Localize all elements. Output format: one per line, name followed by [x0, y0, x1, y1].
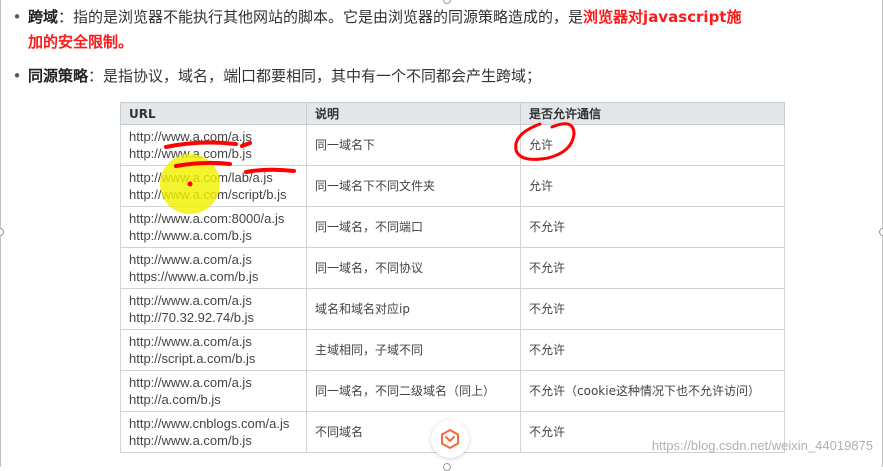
- cross-domain-end: 。: [118, 33, 134, 51]
- url-b: http://www.a.com/b.js: [129, 228, 252, 243]
- header-url: URL: [120, 102, 307, 125]
- description-cell: 主域相同，子域不同: [306, 329, 521, 371]
- url-a: http://www.a.com/a.js: [129, 252, 252, 267]
- url-cell: http://www.cnblogs.com/a.js http://www.a.…: [120, 411, 307, 453]
- url-a: http://www.a.com/lab/a.js: [129, 170, 273, 185]
- watermark: https://blog.csdn.net/weixin_44019875: [651, 438, 873, 453]
- description-cell: 同一域名下不同文件夹: [306, 165, 521, 207]
- url-cell: http://www.a.com/a.js https://www.a.com/b…: [120, 247, 307, 289]
- table-header-row: URL 说明 是否允许通信: [120, 102, 785, 125]
- term-cross-domain: 跨域: [28, 8, 59, 26]
- table-row: http://www.a.com/a.js http://a.com/b.js 同…: [120, 370, 785, 412]
- url-a: http://www.a.com/a.js: [129, 375, 252, 390]
- csdn-edit-logo-icon[interactable]: [431, 420, 469, 458]
- description-cell: 不同域名: [306, 411, 521, 453]
- url-cell: http://www.a.com/a.js http://www.a.com/b.…: [120, 124, 307, 166]
- term-same-origin: 同源策略: [28, 67, 89, 85]
- allowed-cell: 不允许: [520, 247, 785, 289]
- url-b: http://a.com/b.js: [129, 392, 221, 407]
- description-cell: 同一域名，不同协议: [306, 247, 521, 289]
- description-cell: 域名和域名对应ip: [306, 288, 521, 330]
- cross-domain-highlight-1: 浏览器对javascript施: [583, 8, 742, 26]
- same-origin-table: URL 说明 是否允许通信 http://www.a.com/a.js http:…: [120, 102, 785, 453]
- table-row: http://www.a.com/lab/a.js http://www.a.co…: [120, 165, 785, 207]
- allowed-cell: 允许: [520, 124, 785, 166]
- url-b: http://script.a.com/b.js: [129, 351, 256, 366]
- url-b: http://www.a.com/b.js: [129, 146, 252, 161]
- cross-domain-highlight-2: 加的安全限制: [28, 33, 119, 51]
- term-separator: ：: [58, 8, 74, 26]
- text-cursor: [239, 67, 241, 83]
- url-b: https://www.a.com/b.js: [129, 269, 259, 284]
- table-row: http://www.a.com/a.js http://70.32.92.74/…: [120, 288, 785, 330]
- url-b: http://70.32.92.74/b.js: [129, 310, 255, 325]
- logo-glyph: [441, 428, 459, 450]
- allowed-cell: 不允许: [520, 206, 785, 248]
- description-cell: 同一域名，不同二级域名（同上）: [306, 370, 521, 412]
- url-a: http://www.a.com:8000/a.js: [129, 211, 285, 226]
- header-description: 说明: [306, 102, 521, 125]
- url-cell: http://www.a.com:8000/a.js http://www.a.c…: [120, 206, 307, 248]
- allowed-cell: 不允许: [520, 329, 785, 371]
- url-cell: http://www.a.com/a.js http://script.a.com…: [120, 329, 307, 371]
- table-row: http://www.a.com/a.js http://script.a.com…: [120, 329, 785, 371]
- url-a: http://www.a.com/a.js: [129, 129, 252, 144]
- header-allowed: 是否允许通信: [520, 102, 785, 125]
- bullet-cross-domain-continued: 加的安全限制。: [28, 31, 133, 53]
- resize-handle-bottom[interactable]: [443, 463, 451, 471]
- table-row: http://www.a.com:8000/a.js http://www.a.c…: [120, 206, 785, 248]
- url-a: http://www.a.com/a.js: [129, 293, 252, 308]
- url-cell: http://www.a.com/lab/a.js http://www.a.co…: [120, 165, 307, 207]
- url-cell: http://www.a.com/a.js http://70.32.92.74/…: [120, 288, 307, 330]
- bullet-same-origin: • 同源策略：是指协议，域名，端 口都要相同，其中有一个不同都会产生跨域；: [6, 65, 541, 87]
- url-cell: http://www.a.com/a.js http://a.com/b.js: [120, 370, 307, 412]
- bullet-dot-icon: •: [12, 67, 22, 85]
- same-origin-text-1: ：是指协议，域名，端: [88, 67, 239, 85]
- same-origin-text-2: 口都要相同，其中有一个不同都会产生跨域；: [241, 67, 542, 85]
- allowed-cell: 不允许（cookie这种情况下也不允许访问）: [520, 370, 785, 412]
- url-a: http://www.a.com/a.js: [129, 334, 252, 349]
- url-b: http://www.a.com/b.js: [129, 433, 252, 448]
- bullet-cross-domain: • 跨域：指的是浏览器不能执行其他网站的脚本。它是由浏览器的同源策略造成的，是浏览…: [6, 6, 742, 28]
- description-cell: 同一域名下: [306, 124, 521, 166]
- url-b: http://www.a.com/script/b.js: [129, 187, 287, 202]
- url-a: http://www.cnblogs.com/a.js: [129, 416, 290, 431]
- table-row: http://www.a.com/a.js http://www.a.com/b.…: [120, 124, 785, 166]
- cross-domain-text: 指的是浏览器不能执行其他网站的脚本。它是由浏览器的同源策略造成的，是: [73, 8, 584, 26]
- allowed-cell: 不允许: [520, 288, 785, 330]
- resize-handle-right[interactable]: [879, 228, 883, 236]
- allowed-cell: 允许: [520, 165, 785, 207]
- description-cell: 同一域名，不同端口: [306, 206, 521, 248]
- table-row: http://www.a.com/a.js https://www.a.com/b…: [120, 247, 785, 289]
- bullet-dot-icon: •: [12, 8, 22, 26]
